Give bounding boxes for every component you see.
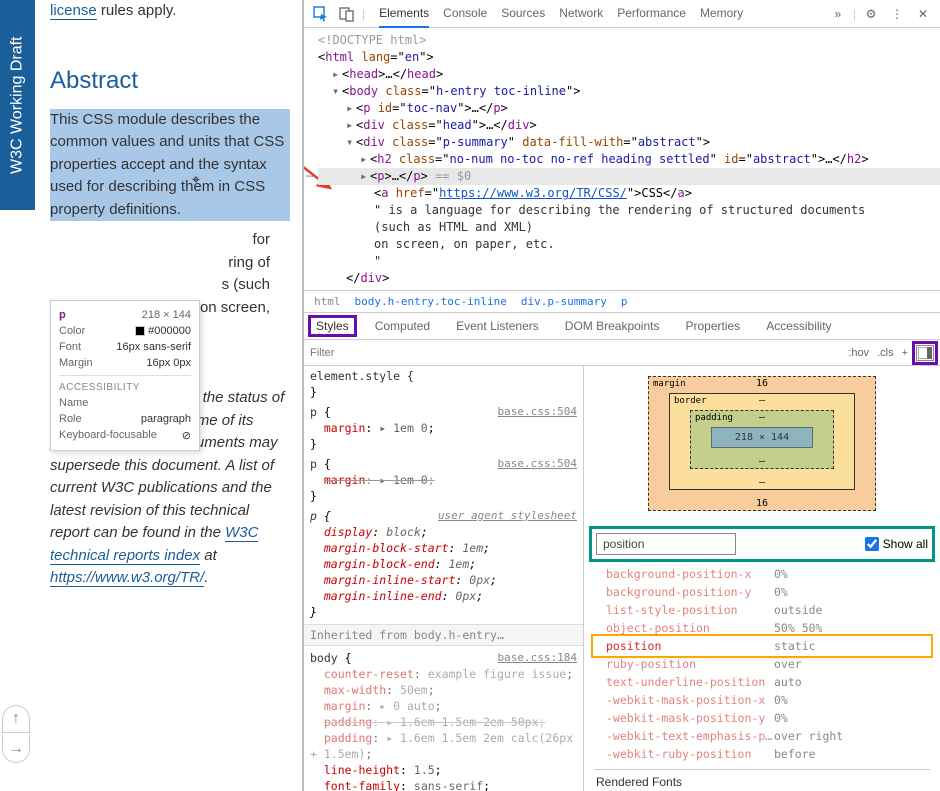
subtab-properties[interactable]: Properties: [681, 319, 744, 333]
new-rule-button[interactable]: +: [898, 347, 912, 359]
text-fragment: ring of: [50, 252, 270, 275]
computed-property-row[interactable]: object-position50% 50%: [594, 619, 930, 637]
dom-line[interactable]: <html lang="en">: [318, 49, 940, 66]
computed-property-row[interactable]: -webkit-text-emphasis-p…over right: [594, 727, 930, 745]
styles-filter-input[interactable]: [310, 347, 420, 359]
style-rule[interactable]: element.style {}: [310, 368, 577, 400]
styles-filter-bar: :hov .cls +: [304, 340, 940, 366]
dom-text-node[interactable]: " is a language for describing the rende…: [318, 202, 940, 219]
computed-property-row[interactable]: background-position-x0%: [594, 565, 930, 583]
breadcrumb-item[interactable]: body.h-entry.toc-inline: [355, 295, 507, 308]
device-toggle-icon[interactable]: [336, 4, 358, 24]
style-rule[interactable]: base.css:184body { counter-reset: exampl…: [310, 650, 577, 791]
close-icon[interactable]: ✕: [912, 4, 934, 24]
tooltip-tag: p: [59, 309, 66, 321]
breadcrumb-item[interactable]: p: [621, 295, 628, 308]
document-content: license rules apply. Abstract This CSS m…: [50, 0, 290, 590]
w3c-banner: W3C Working Draft: [0, 0, 35, 210]
devtools-topbar: | ElementsConsoleSourcesNetworkPerforman…: [304, 0, 940, 28]
style-rule[interactable]: user agent stylesheetp { display: block;…: [310, 508, 577, 620]
more-tabs-icon[interactable]: »: [827, 4, 849, 24]
computed-pane[interactable]: margin 16 border ‒ padding ‒ 218 × 144 ‒…: [584, 366, 940, 791]
dom-text-node[interactable]: on screen, on paper, etc.: [318, 236, 940, 253]
computed-property-row[interactable]: ruby-positionover: [594, 655, 930, 673]
computed-property-row[interactable]: text-underline-positionauto: [594, 673, 930, 691]
style-rule[interactable]: base.css:504p { margin: ▸ 1em 0;}: [310, 404, 577, 452]
inspect-icon[interactable]: [310, 4, 332, 24]
devtools-panel: | ElementsConsoleSourcesNetworkPerforman…: [302, 0, 940, 791]
dom-line[interactable]: <!DOCTYPE html>: [318, 32, 940, 49]
box-model-content: 218 × 144: [711, 427, 813, 448]
w3c-tr-url-link[interactable]: https://www.w3.org/TR/: [50, 569, 204, 587]
style-rule[interactable]: base.css:504p { margin: ▸ 1em 0;}: [310, 456, 577, 504]
tooltip-acc-row: Name: [59, 397, 191, 409]
subtab-accessibility[interactable]: Accessibility: [762, 319, 835, 333]
devtools-tab-memory[interactable]: Memory: [700, 0, 743, 28]
computed-property-row[interactable]: list-style-positionoutside: [594, 601, 930, 619]
text-fragment: for: [50, 229, 270, 252]
abstract-heading: Abstract: [50, 63, 290, 99]
tooltip-dimensions: 218 × 144: [142, 309, 191, 321]
rendered-fonts-section[interactable]: Rendered Fonts: [594, 769, 930, 789]
tooltip-row: Font16px sans-serif: [59, 341, 191, 353]
devtools-tab-network[interactable]: Network: [559, 0, 603, 28]
tooltip-row: Margin16px 0px: [59, 357, 191, 369]
computed-filter-input[interactable]: [596, 533, 736, 555]
nav-up-icon[interactable]: ↑: [2, 705, 30, 733]
computed-property-row[interactable]: positionstatic: [594, 637, 930, 655]
dom-line[interactable]: ▸<p id="toc-nav">…</p>: [318, 100, 940, 117]
styles-pane[interactable]: element.style {} base.css:504p { margin:…: [304, 366, 584, 791]
devtools-tabs: Elements Console Sources Network Performance…: [379, 0, 823, 28]
styles-subtabs: Styles Computed Event Listeners DOM Breakpo…: [304, 312, 940, 340]
dom-line[interactable]: ▾<body class="h-entry toc-inline">: [318, 83, 940, 100]
dom-line[interactable]: ▸<head>…</head>: [318, 66, 940, 83]
dom-text-node[interactable]: (such as HTML and XML): [318, 219, 940, 236]
computed-filter-row: Show all: [594, 531, 930, 557]
dom-line-selected[interactable]: ▸<p>…</p> == $0: [318, 168, 940, 185]
computed-properties-list[interactable]: background-position-x0%background-positi…: [594, 565, 930, 763]
settings-icon[interactable]: ⚙: [860, 4, 882, 24]
show-all-toggle[interactable]: Show all: [865, 537, 928, 551]
dom-line[interactable]: </div>: [318, 270, 940, 287]
box-model-diagram[interactable]: margin 16 border ‒ padding ‒ 218 × 144 ‒…: [648, 376, 876, 511]
nav-arrows: ↑ →: [2, 705, 34, 765]
computed-property-row[interactable]: -webkit-mask-position-y0%: [594, 709, 930, 727]
tooltip-acc-row: Keyboard-focusable⊘: [59, 429, 191, 442]
hov-toggle[interactable]: :hov: [844, 347, 873, 359]
breadcrumb-item[interactable]: html: [314, 295, 341, 308]
tooltip-acc-row: Roleparagraph: [59, 413, 191, 425]
dom-line[interactable]: ▸<h2 class="no-num no-toc no-ref heading…: [318, 151, 940, 168]
dom-tree-panel[interactable]: <!DOCTYPE html> <html lang="en"> ▸<head>…: [304, 28, 940, 290]
computed-property-row[interactable]: -webkit-mask-position-x0%: [594, 691, 930, 709]
tooltip-row: Color#000000: [59, 325, 191, 337]
devtools-tab-performance[interactable]: Performance: [617, 0, 686, 28]
element-inspect-tooltip: p 218 × 144 Color#000000 Font16px sans-se…: [50, 300, 200, 451]
menu-icon[interactable]: ⋮: [886, 4, 908, 24]
tooltip-accessibility-label: ACCESSIBILITY: [59, 382, 191, 393]
dom-text-node[interactable]: ": [318, 253, 940, 270]
subtab-computed[interactable]: Computed: [371, 319, 434, 333]
inherited-from-label: Inherited from body.h-entry…: [304, 624, 583, 646]
abstract-paragraph[interactable]: This CSS module describes the common val…: [50, 109, 290, 222]
dom-breadcrumb[interactable]: html body.h-entry.toc-inline div.p-summary…: [304, 290, 940, 312]
license-suffix: rules apply.: [97, 2, 177, 19]
nav-right-icon[interactable]: →: [2, 735, 30, 763]
subtab-event-listeners[interactable]: Event Listeners: [452, 319, 543, 333]
devtools-tab-sources[interactable]: Sources: [501, 0, 545, 28]
computed-sidebar-toggle[interactable]: [916, 345, 934, 361]
text-fragment: s (such: [50, 274, 270, 297]
dom-line[interactable]: ▸<div class="head">…</div>: [318, 117, 940, 134]
subtab-styles[interactable]: Styles: [312, 319, 353, 333]
devtools-tab-console[interactable]: Console: [443, 0, 487, 28]
dom-line[interactable]: <a href="https://www.w3.org/TR/CSS/">CSS…: [318, 185, 940, 202]
dom-line[interactable]: ▾<div class="p-summary" data-fill-with="…: [318, 134, 940, 151]
license-link[interactable]: license: [50, 2, 97, 20]
computed-property-row[interactable]: -webkit-ruby-positionbefore: [594, 745, 930, 763]
cls-toggle[interactable]: .cls: [873, 347, 898, 359]
computed-property-row[interactable]: background-position-y0%: [594, 583, 930, 601]
breadcrumb-item[interactable]: div.p-summary: [521, 295, 607, 308]
devtools-tab-elements[interactable]: Elements: [379, 0, 429, 28]
subtab-dom-breakpoints[interactable]: DOM Breakpoints: [561, 319, 664, 333]
show-all-checkbox[interactable]: [865, 537, 879, 551]
